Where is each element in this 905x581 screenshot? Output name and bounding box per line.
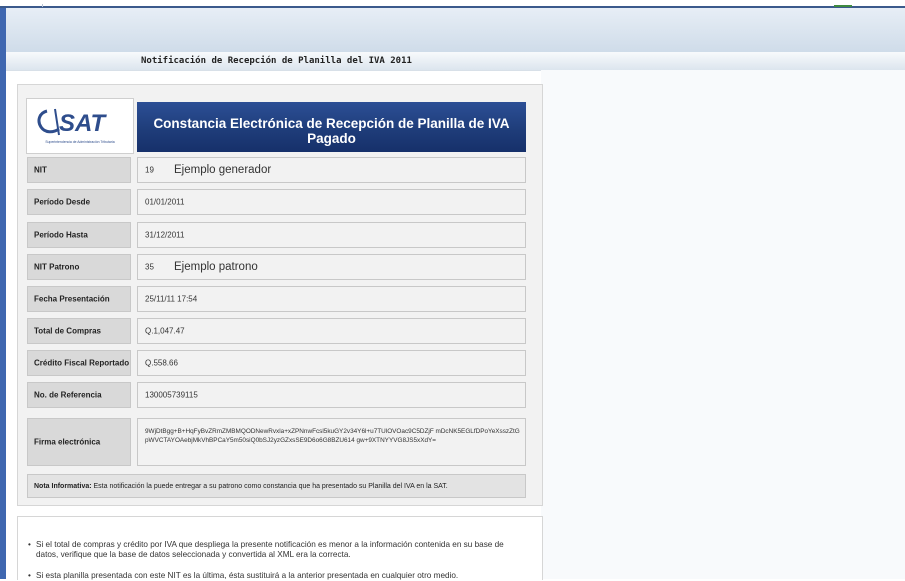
sat-logo: SAT Superintendencia de Administración T… [26,98,134,154]
sat-logo-subtitle: Superintendencia de Administración Tribu… [45,140,115,144]
sat-logo-icon: SAT [37,108,108,137]
page-title-bar: Notificación de Recepción de Planilla de… [6,52,905,71]
list-item: • Si esta planilla presentada con este N… [28,571,459,580]
value-periodo-desde: 01/01/2011 [137,189,526,215]
label-fecha-presentacion: Fecha Presentación [27,286,131,312]
value-no-referencia: 130005739115 [137,382,526,408]
sat-logo-text: SAT [59,110,108,137]
right-empty-area [541,70,905,579]
top-indicator [834,5,852,7]
label-no-referencia: No. de Referencia [27,382,131,408]
label-credito-fiscal: Crédito Fiscal Reportado [27,350,131,376]
value-nit-patrono: 35 Ejemplo patrono [137,254,526,280]
label-periodo-desde: Período Desde [27,189,131,215]
top-tick [42,4,43,7]
header-banner: Constancia Electrónica de Recepción de P… [137,102,526,152]
label-nit-patrono: NIT Patrono [27,254,131,280]
note-bold: Nota Informativa: [34,483,92,490]
header-gradient-band [6,8,905,52]
value-total-compras: Q.1,047.47 [137,318,526,344]
label-nit: NIT [27,157,131,183]
nota-informativa: Nota Informativa: Esta notificación la p… [27,474,526,498]
nit-name: Ejemplo generador [174,164,272,176]
value-periodo-hasta: 31/12/2011 [137,222,526,248]
label-total-compras: Total de Compras [27,318,131,344]
page-title: Notificación de Recepción de Planilla de… [141,56,412,66]
label-firma-electronica: Firma electrónica [27,418,131,466]
value-credito-fiscal: Q.558.66 [137,350,526,376]
header-title: Constancia Electrónica de Recepción de P… [153,116,510,146]
left-edge-bar [0,8,6,579]
note-text: Esta notificación la puede entregar a su… [91,483,448,490]
patrono-name: Ejemplo patrono [174,261,258,273]
bullet-icon: • [28,540,31,549]
bullet-icon: • [28,571,31,580]
label-periodo-hasta: Período Hasta [27,222,131,248]
value-fecha-presentacion: 25/11/11 17:54 [137,286,526,312]
list-item: • Si el total de compras y crédito por I… [28,540,504,559]
value-firma-electronica: 9WjDtBgg+B+HqFyBvZRmZMBMQODNewRvxla+xZPN… [137,418,526,466]
value-nit: 19 Ejemplo generador [137,157,526,183]
